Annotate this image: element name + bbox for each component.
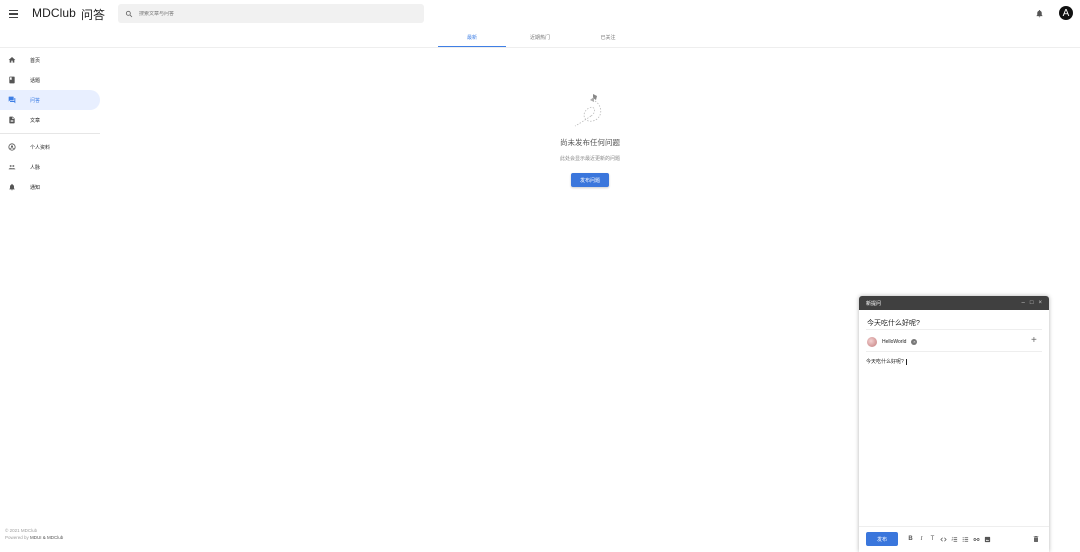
sidebar-item-articles[interactable]: 文章	[0, 110, 100, 130]
notification-bell-icon[interactable]	[1035, 9, 1044, 18]
editor-title-divider	[866, 329, 1042, 330]
question-tabs: 最新 近期热门 已关注	[438, 28, 642, 47]
sidebar-item-questions[interactable]: 问答	[0, 90, 100, 110]
footer-powered: Powered by MDUI & MDClub	[5, 534, 63, 541]
sidebar-item-label: 问答	[30, 98, 41, 104]
section-title: 问答	[81, 8, 106, 22]
bell-icon	[9, 183, 15, 191]
sidebar-divider	[0, 133, 100, 134]
delete-draft-icon[interactable]	[1032, 535, 1040, 543]
editor-toolbar: 发布 B I T	[866, 532, 1044, 546]
editor-header-title: 新提问	[866, 300, 882, 307]
publish-question-button[interactable]: 发布问题	[571, 173, 609, 187]
image-icon[interactable]	[982, 534, 993, 545]
search-input[interactable]	[139, 10, 419, 17]
link-icon[interactable]	[971, 534, 982, 545]
tabs-divider	[0, 47, 1080, 48]
user-avatar[interactable]: A	[1059, 6, 1073, 20]
sidebar-item-topics[interactable]: 话题	[0, 70, 100, 90]
editor-toolbar-divider	[859, 526, 1049, 527]
footer: © 2021 MDClub Powered by MDUI & MDClub	[5, 527, 63, 541]
bullet-list-icon[interactable]	[960, 534, 971, 545]
sidebar-nav: 首页 话题 问答 文章 个人资料 人脉 通知	[0, 50, 100, 197]
topic-avatar	[867, 336, 877, 347]
sidebar-item-label: 个人资料	[30, 145, 51, 151]
topic-chip[interactable]: HelloWorld ×	[867, 336, 918, 347]
footer-copyright: © 2021 MDClub	[5, 528, 38, 533]
tab-following[interactable]: 已关注	[574, 28, 642, 47]
sidebar-item-label: 通知	[30, 185, 41, 191]
close-icon[interactable]: ×	[1038, 300, 1042, 306]
ordered-list-icon[interactable]	[949, 534, 960, 545]
search-bar[interactable]	[118, 4, 424, 23]
topic-chip-label: HelloWorld	[882, 338, 907, 345]
editor-body[interactable]: 今天吃什么好呢?	[866, 358, 907, 365]
sidebar-item-notifications[interactable]: 通知	[0, 177, 100, 197]
sidebar-item-profile[interactable]: 个人资料	[0, 137, 100, 157]
account-circle-icon	[8, 143, 16, 151]
home-icon	[8, 57, 16, 63]
forum-icon	[8, 96, 16, 104]
footer-powered-prefix: Powered by	[5, 535, 31, 540]
sidebar-item-label: 首页	[30, 58, 41, 64]
sidebar-item-home[interactable]: 首页	[0, 50, 100, 70]
question-editor-dialog: 新提问 – □ × 今天吃什么好呢? HelloWorld × + 今天吃什么好…	[859, 296, 1049, 552]
book-icon	[9, 76, 15, 84]
heading-icon[interactable]: T	[927, 534, 938, 545]
editor-header: 新提问 – □ ×	[859, 296, 1049, 310]
editor-topic-divider	[866, 351, 1042, 352]
text-caret	[905, 358, 907, 365]
sidebar-item-people[interactable]: 人脉	[0, 157, 100, 177]
empty-state-title: 尚未发布任何问题	[560, 138, 620, 147]
tab-latest[interactable]: 最新	[438, 28, 506, 47]
send-button[interactable]: 发布	[866, 532, 898, 546]
sidebar-item-label: 话题	[30, 78, 41, 84]
empty-state-description: 此处会显示最近更新的问题	[559, 156, 620, 162]
menu-icon[interactable]	[6, 6, 22, 22]
app-bar: MDClub 问答 A	[0, 0, 1080, 28]
article-icon	[9, 116, 15, 124]
brand-title[interactable]: MDClub	[32, 6, 76, 20]
chip-remove-icon[interactable]: ×	[911, 338, 918, 345]
minimize-icon[interactable]: –	[1022, 300, 1025, 306]
editor-body-text: 今天吃什么好呢?	[866, 359, 904, 365]
code-icon[interactable]	[938, 534, 949, 545]
editor-title-input[interactable]: 今天吃什么好呢?	[867, 318, 920, 328]
footer-powered-link[interactable]: MDUI & MDClub	[30, 535, 63, 540]
people-icon	[8, 165, 16, 170]
tab-hot[interactable]: 近期热门	[506, 28, 574, 47]
sidebar-item-label: 人脉	[30, 165, 41, 171]
bold-icon[interactable]: B	[905, 534, 916, 545]
maximize-icon[interactable]: □	[1030, 300, 1034, 306]
add-topic-icon[interactable]: +	[1031, 336, 1037, 346]
empty-illustration	[574, 94, 602, 127]
sidebar-item-label: 文章	[30, 118, 41, 124]
italic-icon[interactable]: I	[916, 534, 927, 545]
search-icon	[125, 10, 133, 17]
